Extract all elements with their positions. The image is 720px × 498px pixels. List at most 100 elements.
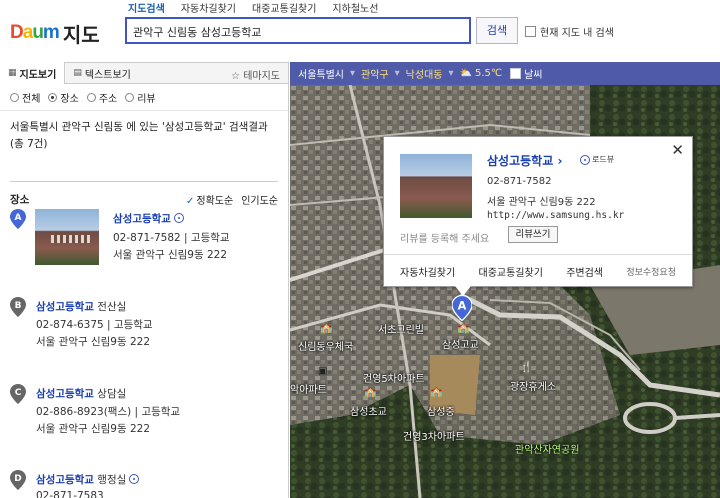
tab-map-view-label: 지도보기 [19, 69, 57, 81]
school-poi-icon[interactable]: 🏫 [364, 387, 376, 398]
weather-toggle[interactable]: 날씨 [510, 66, 543, 81]
place-photo[interactable] [400, 154, 472, 218]
map-label[interactable]: 광장휴게소 [510, 378, 556, 393]
result-subname: 상담실 [93, 388, 127, 400]
school-poi-icon[interactable]: 🏫 [457, 323, 469, 334]
result-name-link[interactable]: 삼성고등학교 상담실 [36, 386, 126, 401]
roadview-icon[interactable] [129, 474, 140, 484]
weather-checkbox[interactable] [510, 68, 522, 79]
tab-map-view[interactable]: ▦ 지도보기 [0, 62, 66, 84]
popup-address: 서울 관악구 신림9동 222 [487, 197, 596, 208]
nav-transit-directions[interactable]: 대중교통길찾기 [244, 0, 324, 15]
nav-map-search[interactable]: 지도검색 [124, 0, 173, 15]
edit-request-link[interactable]: 정보수정요청 [626, 265, 676, 278]
result-phone: 02-886-8923(팩스) [36, 406, 132, 418]
filter-review-label: 리뷰 [137, 93, 156, 105]
list-item[interactable]: C 삼성고등학교 상담실 02-886-8923(팩스) | 고등학교 서울 관… [10, 384, 282, 444]
result-name-link[interactable]: 삼성고등학교 행정실 [36, 472, 140, 487]
crumb-city[interactable]: 서울특별시 [298, 66, 344, 81]
search-in-map-option[interactable]: 현재 지도 내 검색 [525, 24, 614, 39]
result-name: 삼성고등학교 [36, 388, 94, 400]
filter-address[interactable]: 주소 [86, 91, 117, 105]
tab-text-view-label: 텍스트보기 [84, 69, 131, 81]
svg-text:B: B [15, 301, 22, 311]
list-item[interactable]: A 삼성고등학교 02-871-7582 | 고등학교 서울 관악구 신림9동 … [10, 209, 282, 269]
filter-review[interactable]: 리뷰 [125, 91, 156, 105]
crumb-dong[interactable]: 낙성대동 [406, 66, 443, 81]
map-label[interactable]: 신림동우체국 [298, 338, 353, 353]
car-directions-button[interactable]: 자동차길찾기 [400, 264, 455, 279]
filter-all[interactable]: 전체 [10, 91, 40, 105]
header: Daum 지도 지도검색 자동차길찾기 대중교통길찾기 지하철노선 관악구 신림… [0, 0, 720, 62]
search-input[interactable]: 관악구 신림동 삼성고등학교 [125, 17, 471, 44]
result-phone-category: 02-874-6375 | 고등학교 [36, 319, 153, 331]
place-thumbnail[interactable] [35, 209, 99, 265]
map-label[interactable]: 삼성중 [427, 403, 455, 418]
transit-directions-button[interactable]: 대중교통길찾기 [479, 264, 543, 279]
service-title: 지도 [62, 22, 100, 47]
sort-popular[interactable]: 인기도순 [241, 192, 278, 207]
search-button[interactable]: 검색 [476, 17, 518, 44]
nearby-search-button[interactable]: 주변검색 [566, 264, 603, 279]
list-icon: ▤ [73, 68, 82, 78]
dropdown-icon: ▾ [394, 68, 400, 79]
list-item[interactable]: D 삼성고등학교 행정실 02-871-7583 [10, 470, 282, 498]
popup-name-text: 삼성고등학교 [487, 154, 554, 168]
grid-icon: ▦ [8, 68, 17, 78]
map-label[interactable]: 삼성고교 [442, 336, 479, 351]
radio-icon [125, 92, 135, 102]
popup-actions: 자동차길찾기 대중교통길찾기 주변검색 정보수정요청 [384, 254, 692, 287]
filter-place[interactable]: 장소 [48, 91, 79, 105]
school-poi-icon[interactable]: 🏫 [320, 323, 332, 334]
top-nav: 지도검색 자동차길찾기 대중교통길찾기 지하철노선 [124, 0, 386, 15]
weather-info[interactable]: ⛅ 5.5℃ [460, 68, 503, 79]
nav-subway-map[interactable]: 지하철노선 [324, 0, 386, 15]
write-review-button[interactable]: 리뷰쓰기 [508, 226, 558, 243]
dropdown-icon: ▾ [350, 68, 356, 79]
school-poi-icon[interactable]: 🏫 [430, 387, 442, 398]
map-label[interactable]: 건영3차아파트 [403, 428, 465, 443]
result-subname: 전산실 [93, 301, 127, 313]
sort-accuracy[interactable]: ✓ 정확도순 [186, 192, 233, 207]
daum-map-logo[interactable]: Daum 지도 [10, 20, 100, 47]
crumb-district[interactable]: 관악구 [361, 66, 389, 81]
popup-homepage-link[interactable]: http://www.samsung.hs.kr [487, 210, 624, 221]
results-panel: ▦ 지도보기 ▤ 텍스트보기 ☆ 테마지도 전체 장소 주소 리뷰 서울특별시 관악… [0, 62, 289, 498]
close-icon[interactable]: ✕ [671, 141, 684, 159]
search-in-map-label: 현재 지도 내 검색 [540, 28, 614, 39]
popup-pointer [455, 286, 471, 296]
roadview-link[interactable]: 로드뷰 [580, 154, 614, 165]
radio-selected-icon [48, 92, 58, 102]
nav-car-directions[interactable]: 자동차길찾기 [173, 0, 244, 15]
tab-text-view[interactable]: ▤ 텍스트보기 [65, 62, 139, 84]
result-name-link[interactable]: 삼성고등학교 [113, 211, 184, 226]
summary-query: '삼성고등학교' [161, 121, 226, 133]
map-label[interactable]: 악아파트 [290, 381, 327, 396]
view-tabs: ▦ 지도보기 ▤ 텍스트보기 ☆ 테마지도 [0, 62, 288, 84]
map-label[interactable]: 관악산자연공원 [515, 441, 579, 456]
rest-area-poi-icon[interactable]: 🍴 [520, 362, 532, 373]
map-label[interactable]: 서초그린빌 [378, 321, 424, 336]
svg-text:C: C [15, 388, 22, 398]
partly-cloudy-icon: ⛅ [459, 68, 472, 79]
filter-place-label: 장소 [60, 93, 79, 105]
dropdown-icon: ▾ [448, 68, 454, 79]
theme-map-link[interactable]: ☆ 테마지도 [231, 67, 280, 82]
map-label[interactable]: 건영5차아파트 [363, 370, 425, 385]
result-phone: 02-871-7582 [113, 232, 181, 244]
roadview-label: 로드뷰 [592, 155, 615, 164]
place-info-popup: ✕ 삼성고등학교 › 로드뷰 02-871-7582 서울 관악구 신림9동 2… [383, 136, 693, 287]
result-phone-category: 02-871-7582 | 고등학교 [113, 232, 230, 244]
list-item[interactable]: B 삼성고등학교 전산실 02-874-6375 | 고등학교 서울 관악구 신… [10, 297, 282, 357]
result-name: 삼성고등학교 [113, 213, 171, 225]
map-label[interactable]: 삼성초교 [350, 403, 387, 418]
popup-place-name[interactable]: 삼성고등학교 › [487, 152, 562, 169]
review-hint: 리뷰를 등록해 주세요 [400, 234, 490, 245]
result-category: 고등학교 [141, 406, 181, 418]
result-name-link[interactable]: 삼성고등학교 전산실 [36, 299, 126, 314]
svg-text:A: A [15, 213, 22, 223]
search-in-map-checkbox[interactable] [525, 26, 536, 37]
result-category: 고등학교 [190, 232, 230, 244]
roadview-icon[interactable] [173, 213, 184, 223]
apartment-poi-icon[interactable]: ▣ [318, 366, 327, 377]
